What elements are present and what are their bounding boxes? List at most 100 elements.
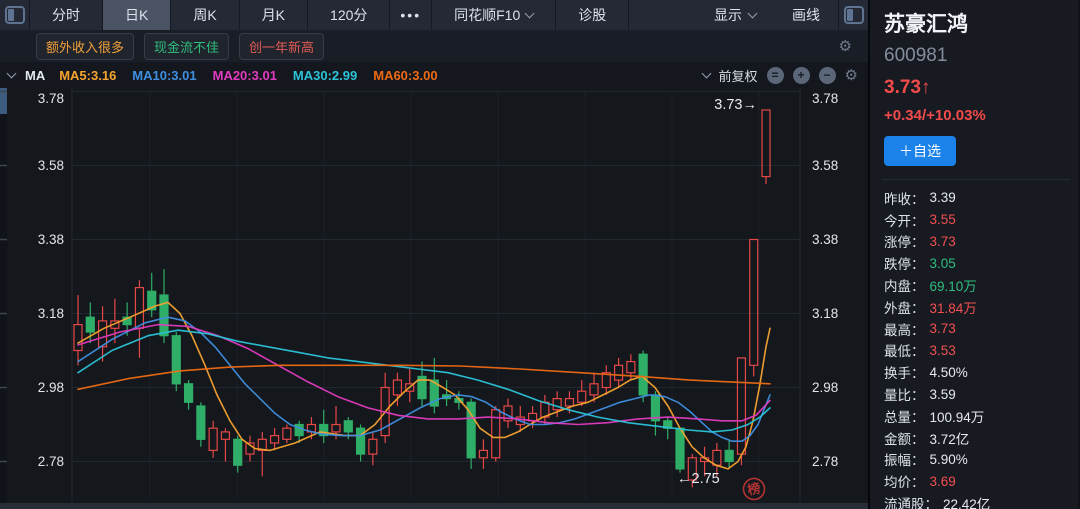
gear-icon[interactable]: ⚙	[839, 39, 852, 54]
candle-body	[713, 450, 721, 465]
ma-group-label: MA	[25, 68, 45, 83]
toolbar-action-draw-line[interactable]: 画线	[774, 0, 838, 30]
y-axis-label-left: 2.98	[38, 380, 64, 395]
stat-value: 3.73	[930, 234, 956, 249]
stat-row: 跌停： 3.05	[884, 252, 1070, 274]
stat-row: 今开：3.55	[884, 209, 1070, 231]
candlestick-chart[interactable]: 3.783.783.583.583.383.383.183.182.982.98…	[0, 88, 868, 503]
y-axis-label-right: 2.78	[812, 454, 838, 469]
zoom-out-button[interactable]: −	[819, 67, 836, 84]
lower-panel-edge	[0, 503, 868, 509]
chart-canvas: 3.783.783.583.583.383.383.183.182.982.98…	[0, 88, 868, 503]
tag-one-year-high[interactable]: 创一年新高	[239, 33, 324, 60]
left-panel-toggle-button[interactable]	[0, 0, 30, 30]
tab-120min[interactable]: 120分	[308, 0, 390, 30]
candle-body	[283, 428, 291, 439]
tab-ths-f10[interactable]: 同花顺F10	[432, 0, 556, 30]
stat-row: 总量：100.94万	[884, 405, 1070, 427]
candle-body	[74, 325, 82, 351]
stat-row: 昨收： 3.39	[884, 187, 1070, 209]
adjust-mode-label[interactable]: 前复权	[719, 66, 758, 85]
tab-label: 诊股	[578, 5, 606, 25]
stat-row: 量比： 3.59	[884, 383, 1070, 405]
left-rail	[0, 88, 7, 503]
stat-value: 69.10万	[930, 275, 977, 295]
tab-minute[interactable]: 分时	[30, 0, 103, 30]
up-arrow-icon: ↑	[921, 77, 931, 98]
candle-body	[271, 436, 279, 443]
candle-body	[590, 384, 598, 395]
panel-toggle-icon	[844, 6, 864, 24]
tab-more[interactable]: •••	[390, 0, 432, 30]
chevron-down-icon[interactable]	[701, 68, 711, 78]
stat-label: 总量：	[884, 406, 925, 426]
candle-body	[627, 362, 635, 373]
chart-controls: 前复权 = + − ⚙	[703, 66, 858, 85]
stat-value: 3.69	[930, 474, 956, 489]
candle-body	[221, 432, 229, 439]
candle-body	[639, 354, 647, 395]
ma-legend: MA MA5:3.16MA10:3.01MA20:3.01MA30:2.99MA…	[8, 68, 438, 83]
candle-body	[332, 425, 340, 432]
panel-toggle-icon	[5, 6, 25, 24]
candle-body	[725, 450, 733, 461]
stat-value: 3.53	[930, 343, 956, 358]
stat-label: 最低：	[884, 340, 925, 360]
chevron-down-icon	[748, 8, 758, 18]
tag-cashflow-poor[interactable]: 现金流不佳	[144, 33, 229, 60]
price-change: +0.34/+10.03%	[884, 107, 1070, 124]
chevron-down-icon[interactable]	[7, 68, 17, 78]
stat-value: 3.59	[930, 387, 956, 402]
candle-body	[209, 428, 217, 450]
tab-label: 分时	[52, 5, 80, 25]
stat-value: 100.94万	[930, 406, 985, 426]
stat-row: 金额：3.72亿	[884, 427, 1070, 449]
tab-label: 周K	[193, 5, 216, 25]
stat-row: 换手： 4.50%	[884, 361, 1070, 383]
fit-zoom-button[interactable]: =	[767, 67, 784, 84]
ma-value-undefined: MA5:3.16	[59, 68, 116, 83]
annotation-low-label: ←2.75	[677, 471, 720, 487]
stat-row: 均价：3.69	[884, 470, 1070, 492]
stat-value: 3.05	[930, 256, 956, 271]
stat-label: 换手：	[884, 362, 925, 382]
stat-label: 量比：	[884, 384, 925, 404]
tab-weekly-k[interactable]: 周K	[171, 0, 239, 30]
candle-body	[762, 110, 770, 177]
ma-line-ma20	[78, 325, 770, 425]
stat-row: 振幅：5.90%	[884, 449, 1070, 471]
stat-value: 3.39	[930, 190, 956, 205]
divider	[882, 179, 1070, 180]
quote-panel: 苏豪汇鸿 600981 3.73↑ +0.34/+10.03% ＋自选 昨收：3…	[870, 0, 1078, 509]
candle-body	[676, 428, 684, 469]
y-axis-label-left: 3.38	[38, 232, 64, 247]
ma-value-undefined: MA30:2.99	[293, 68, 357, 83]
stat-value: 4.50%	[930, 365, 968, 380]
ma-legend-row: MA MA5:3.16MA10:3.01MA20:3.01MA30:2.99MA…	[0, 62, 868, 88]
gear-icon[interactable]: ⚙	[845, 68, 858, 83]
candle-body	[160, 295, 168, 336]
candle-body	[234, 439, 242, 465]
tab-daily-k[interactable]: 日K	[103, 0, 171, 30]
tab-monthly-k[interactable]: 月K	[240, 0, 308, 30]
candle-body	[357, 428, 365, 454]
stat-row: 涨停：3.73	[884, 231, 1070, 253]
right-panel-toggle-button[interactable]	[838, 0, 868, 30]
candle-body	[565, 399, 573, 406]
chevron-down-icon	[525, 8, 535, 18]
add-watchlist-button[interactable]: ＋自选	[884, 136, 956, 166]
stat-value: 3.55	[930, 212, 956, 227]
stat-value: 3.73	[930, 321, 956, 336]
stat-label: 昨收：	[884, 188, 925, 208]
tab-diagnose[interactable]: 诊股	[556, 0, 629, 30]
ma-value-undefined: MA10:3.01	[132, 68, 196, 83]
stat-label: 最高：	[884, 319, 925, 339]
candle-body	[344, 421, 352, 432]
toolbar-action-display[interactable]: 显示	[696, 0, 774, 30]
zoom-in-button[interactable]: +	[793, 67, 810, 84]
tag-extra-income[interactable]: 额外收入很多	[36, 33, 134, 60]
tab-label: 120分	[330, 5, 367, 25]
stat-label: 跌停：	[884, 253, 925, 273]
ma-values: MA5:3.16MA10:3.01MA20:3.01MA30:2.99MA60:…	[59, 68, 437, 83]
stat-value: 5.90%	[930, 452, 968, 467]
